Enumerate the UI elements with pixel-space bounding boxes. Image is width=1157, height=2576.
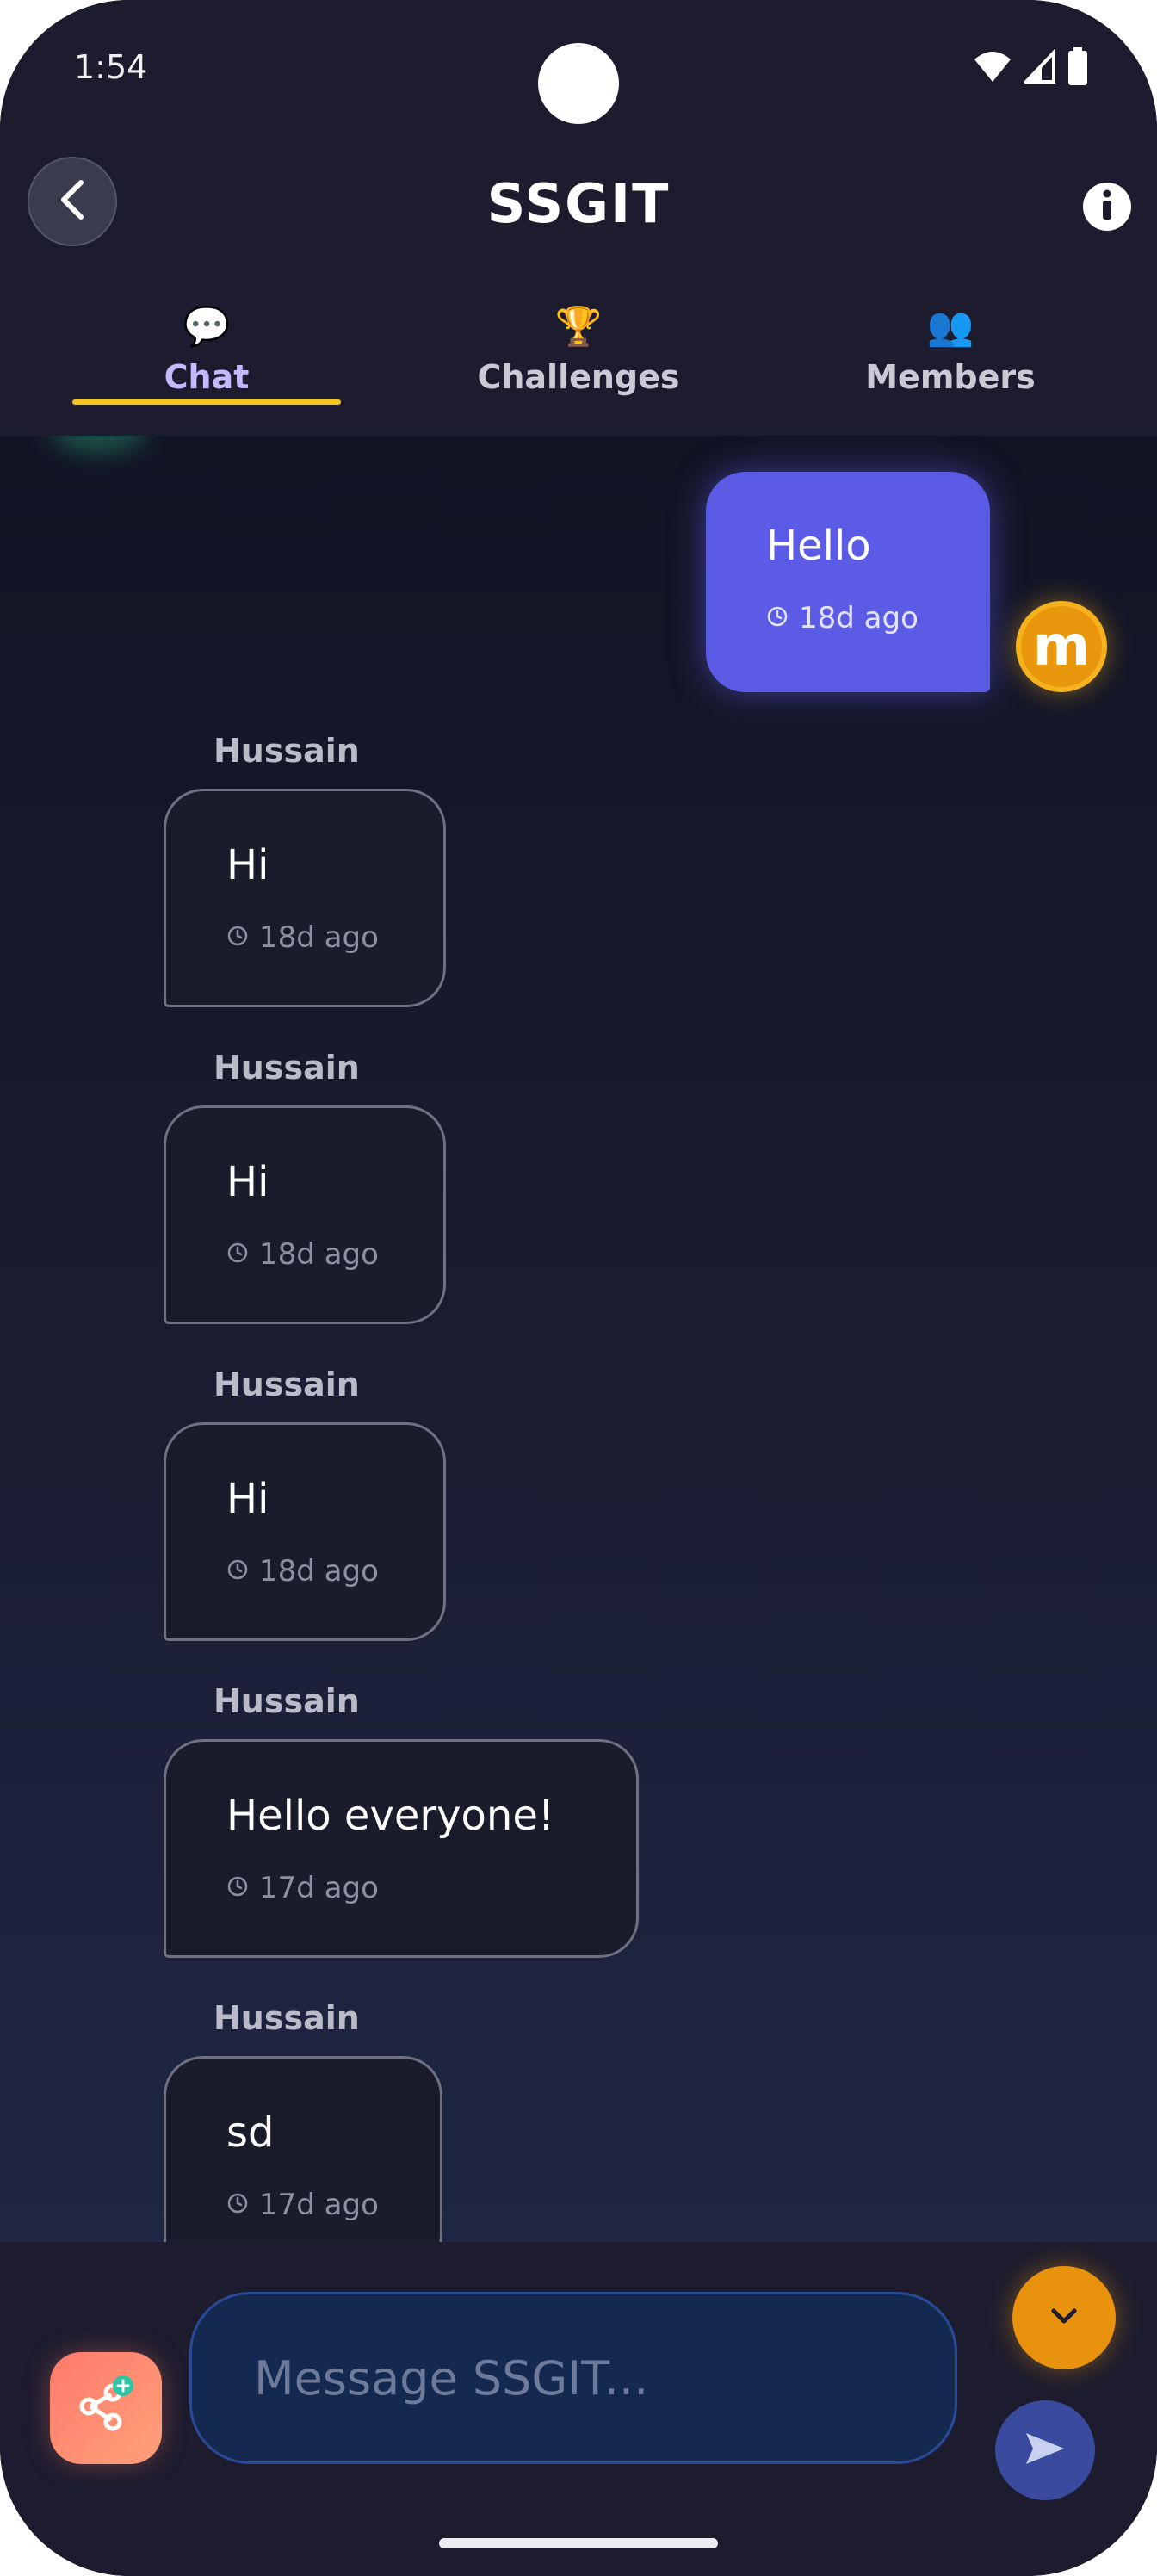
speech-bubble-icon: 💬 — [183, 305, 231, 349]
chevron-down-icon — [1047, 2304, 1081, 2331]
chat-header: SSGIT — [0, 138, 1157, 293]
tab-label: Challenges — [477, 358, 680, 396]
message-timestamp: 18d ago — [226, 920, 379, 955]
timestamp-text: 18d ago — [799, 601, 919, 635]
clock-icon — [226, 1554, 249, 1588]
tab-challenges[interactable]: 🏆 Challenges — [441, 301, 716, 422]
home-indicator — [439, 2538, 718, 2548]
incoming-message-bubble[interactable]: Hi 18d ago — [164, 789, 446, 1007]
send-button[interactable] — [995, 2400, 1095, 2500]
timestamp-text: 18d ago — [259, 920, 379, 955]
clock-icon — [766, 601, 789, 635]
message-composer — [0, 2242, 1157, 2576]
status-bar: 1:54 — [0, 0, 1157, 138]
wifi-icon — [973, 49, 1012, 87]
outgoing-message-bubble[interactable]: Hello 18d ago — [706, 472, 990, 692]
message-text: Hello everyone! — [226, 1792, 555, 1840]
timestamp-text: 18d ago — [259, 1237, 379, 1272]
message-text: sd — [226, 2108, 275, 2157]
tab-label: Members — [865, 358, 1036, 396]
trophy-icon: 🏆 — [554, 305, 603, 349]
incoming-message-bubble[interactable]: Hello everyone! 17d ago — [164, 1739, 639, 1958]
incoming-message-bubble[interactable]: Hi 18d ago — [164, 1422, 446, 1641]
timestamp-text: 17d ago — [259, 1871, 379, 1905]
share-icon — [73, 2374, 139, 2443]
sender-name: Hussain — [213, 1999, 360, 2037]
people-icon: 👥 — [926, 305, 974, 349]
message-timestamp: 17d ago — [226, 1871, 379, 1905]
scroll-to-bottom-button[interactable] — [1012, 2266, 1116, 2369]
status-time: 1:54 — [74, 48, 148, 86]
cellular-signal-icon — [1022, 47, 1055, 87]
camera-cutout — [538, 43, 619, 124]
send-icon — [1023, 2430, 1067, 2471]
decorative-glow — [52, 436, 146, 453]
info-icon — [1094, 189, 1120, 225]
incoming-message-bubble[interactable]: Hi 18d ago — [164, 1105, 446, 1324]
timestamp-text: 18d ago — [259, 1554, 379, 1588]
timestamp-text: 17d ago — [259, 2188, 379, 2222]
message-timestamp: 17d ago — [226, 2188, 379, 2222]
message-text: Hi — [226, 1158, 269, 1206]
incoming-message-bubble[interactable]: sd 17d ago — [164, 2056, 442, 2242]
clock-icon — [226, 1871, 249, 1905]
group-title: SSGIT — [486, 172, 671, 235]
message-timestamp: 18d ago — [766, 601, 919, 635]
message-text: Hi — [226, 1475, 269, 1523]
sender-name: Hussain — [213, 732, 360, 770]
tab-label: Chat — [164, 358, 250, 396]
message-timestamp: 18d ago — [226, 1554, 379, 1588]
sender-name: Hussain — [213, 1365, 360, 1403]
message-text: Hello — [766, 522, 871, 570]
active-tab-indicator — [72, 399, 341, 405]
tab-members[interactable]: 👥 Members — [813, 301, 1088, 422]
avatar[interactable]: m — [1016, 601, 1107, 692]
tab-bar: 💬 Chat 🏆 Challenges 👥 Members — [0, 293, 1157, 436]
battery-icon — [1067, 47, 1088, 89]
clock-icon — [226, 2188, 249, 2222]
share-button[interactable] — [50, 2352, 162, 2464]
message-timestamp: 18d ago — [226, 1237, 379, 1272]
sender-name: Hussain — [213, 1049, 360, 1087]
clock-icon — [226, 1237, 249, 1272]
message-list[interactable]: Hello 18d ago m Hussain Hi 18d ago Hussa… — [0, 436, 1157, 2242]
sender-name: Hussain — [213, 1682, 360, 1720]
message-input[interactable] — [189, 2292, 957, 2464]
info-button[interactable] — [1083, 183, 1131, 231]
clock-icon — [226, 920, 249, 955]
status-icons — [973, 47, 1088, 89]
message-text: Hi — [226, 841, 269, 889]
phone-screen: 1:54 SSGIT 💬 Chat 🏆 Challenges 👥 Members… — [0, 0, 1157, 2576]
